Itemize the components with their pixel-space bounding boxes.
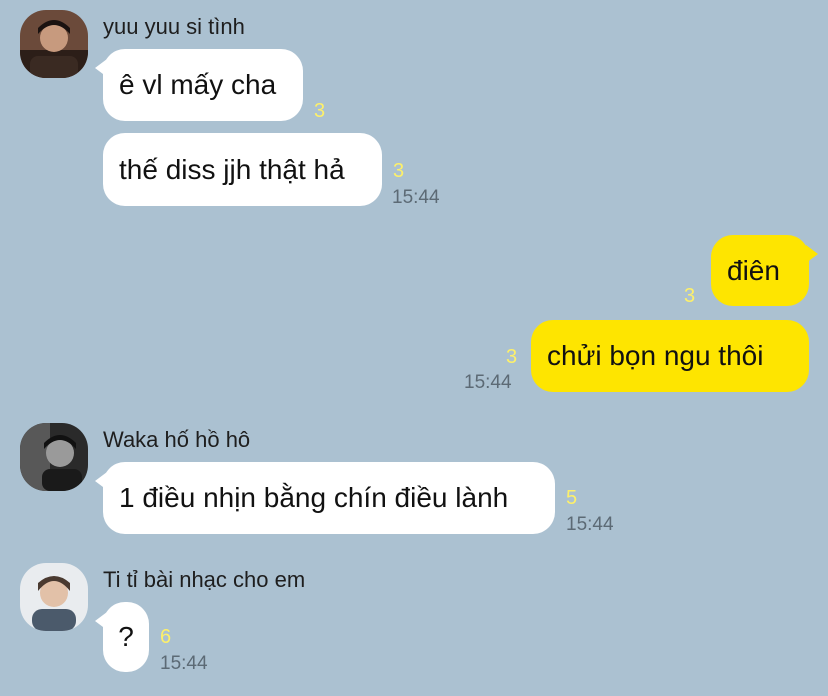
message-text: ? [118,621,134,652]
unread-count: 3 [393,160,405,182]
avatar-yuu-yuu[interactable] [20,10,88,78]
message-text: thế diss jjh thật hả [119,153,345,185]
unread-count: 6 [160,626,172,648]
message-bubble[interactable]: ? [95,602,149,672]
message-bubble[interactable]: 1 điều nhịn bằng chín điều lành [95,462,555,534]
message-bubble[interactable]: điên [711,235,818,306]
message-bubble[interactable]: ê vl mấy cha [95,49,303,121]
message-text: điên [727,254,780,286]
message-timestamp: 15:44 [566,514,614,535]
sender-name: yuu yuu si tình [103,14,245,39]
message-timestamp: 15:44 [160,653,208,674]
sender-name: Waka hố hồ hô [103,427,251,452]
avatar-photo-icon [20,423,88,491]
avatar-photo-icon [20,10,88,78]
unread-count: 5 [566,487,578,509]
message-text: 1 điều nhịn bằng chín điều lành [119,482,509,513]
unread-count: 3 [684,285,696,307]
message-timestamp: 15:44 [392,187,440,208]
message-timestamp: 15:44 [464,372,512,393]
message-bubble[interactable]: chửi bọn ngu thôi [531,320,809,392]
avatar-ti-ti[interactable] [20,563,88,631]
message-text: ê vl mấy cha [119,69,277,100]
message-bubble[interactable]: thế diss jjh thật hả [103,133,382,206]
unread-count: 3 [314,100,326,122]
sender-name: Ti tỉ bài nhạc cho em [103,567,306,592]
unread-count: 3 [506,346,518,368]
avatar-photo-icon [20,563,88,631]
avatar-waka[interactable] [20,423,88,491]
message-text: chửi bọn ngu thôi [547,340,764,371]
